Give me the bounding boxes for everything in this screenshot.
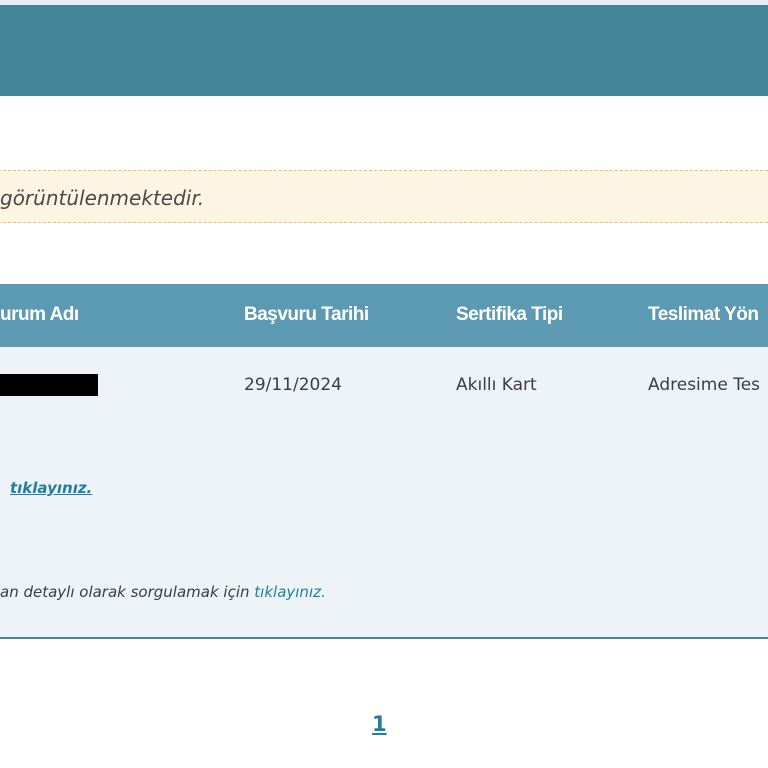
pagination-page-1[interactable]: 1 [372,712,387,736]
column-header-application-date: Başvuru Tarihi [244,304,369,325]
column-header-delivery-method: Teslimat Yön [648,304,759,325]
column-header-certificate-type: Sertifika Tipi [456,304,563,325]
detail-query-link[interactable]: tıklayınız. [254,583,325,601]
redacted-institution-name [0,374,98,396]
cell-application-date: 29/11/2024 [244,375,342,395]
detail-query-prefix: an detaylı olarak sorgulamak için [0,583,255,601]
header-bar [0,5,768,96]
cell-certificate-type: Akıllı Kart [456,375,537,395]
click-here-link[interactable]: tıklayınız. [10,479,92,497]
column-header-institution: urum Adı [0,304,79,325]
detail-query-text: an detaylı olarak sorgulamak için tıklay… [0,583,326,601]
cell-delivery-method: Adresime Tes [648,375,761,395]
notice-text: görüntülenmektedir. [0,186,205,210]
